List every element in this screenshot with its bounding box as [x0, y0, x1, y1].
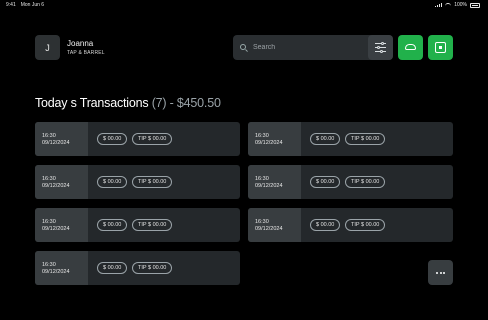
amount-pill: $ 00.00	[97, 219, 128, 231]
avatar-initial: J	[45, 42, 50, 53]
transaction-card[interactable]: 16:30 09/12/2024 $ 00.00 TIP $ 00.00	[35, 208, 240, 242]
transaction-date: 09/12/2024	[42, 226, 70, 232]
status-bar: 9:41 Mon Jun 6 100%	[0, 0, 488, 10]
more-horizontal-icon	[436, 271, 445, 274]
tip-pill: TIP $ 00.00	[132, 262, 173, 274]
more-options-button[interactable]	[428, 260, 453, 285]
amount-pill: $ 00.00	[97, 176, 128, 188]
transaction-card[interactable]: 16:30 09/12/2024 $ 00.00 TIP $ 00.00	[248, 208, 453, 242]
cloud-icon	[405, 44, 416, 50]
card-time-block	[35, 165, 88, 199]
card-time-block	[248, 208, 301, 242]
status-right: 100%	[435, 2, 480, 8]
tip-pill: TIP $ 00.00	[345, 176, 386, 188]
page-title: Today s Transactions (7) - $450.50	[35, 96, 221, 110]
transaction-time: 16:30	[42, 219, 56, 225]
battery-percent: 100%	[454, 2, 467, 8]
transaction-date: 09/12/2024	[42, 140, 70, 146]
transaction-date: 09/12/2024	[42, 183, 70, 189]
terminal-button[interactable]	[428, 35, 453, 60]
card-time-block	[248, 122, 301, 156]
tip-pill: TIP $ 00.00	[132, 219, 173, 231]
transaction-time: 16:30	[255, 133, 269, 139]
search-icon	[240, 44, 246, 50]
transaction-date: 09/12/2024	[42, 269, 70, 275]
card-time-block	[35, 251, 88, 285]
search-input[interactable]	[253, 41, 363, 54]
transaction-card[interactable]: 16:30 09/12/2024 $ 00.00 TIP $ 00.00	[35, 122, 240, 156]
amount-pill: $ 00.00	[97, 133, 128, 145]
transaction-time: 16:30	[255, 219, 269, 225]
transaction-date: 09/12/2024	[255, 183, 283, 189]
transaction-time: 16:30	[42, 133, 56, 139]
status-left: 9:41 Mon Jun 6	[6, 2, 44, 8]
transaction-card[interactable]: 16:30 09/12/2024 $ 00.00 TIP $ 00.00	[35, 251, 240, 285]
amount-pill: $ 00.00	[310, 133, 341, 145]
transaction-total: - $450.50	[169, 96, 221, 110]
card-time-block	[35, 208, 88, 242]
user-name: Joanna	[67, 39, 94, 48]
card-time-block	[248, 165, 301, 199]
square-icon	[435, 42, 446, 53]
avatar[interactable]: J	[35, 35, 60, 60]
amount-pill: $ 00.00	[310, 219, 341, 231]
transaction-date: 09/12/2024	[255, 226, 283, 232]
tip-pill: TIP $ 00.00	[132, 133, 173, 145]
user-organization: TAP & BARREL	[67, 50, 105, 56]
cloud-sync-button[interactable]	[398, 35, 423, 60]
filter-button[interactable]	[368, 35, 393, 60]
transaction-time: 16:30	[42, 262, 56, 268]
card-time-block	[35, 122, 88, 156]
wifi-icon	[445, 3, 452, 7]
status-date: Mon Jun 6	[20, 2, 45, 8]
search-bar	[233, 35, 393, 60]
status-time: 9:41	[6, 2, 16, 8]
transaction-time: 16:30	[42, 176, 56, 182]
transaction-count: (7)	[151, 96, 167, 110]
transaction-card[interactable]: 16:30 09/12/2024 $ 00.00 TIP $ 00.00	[248, 122, 453, 156]
battery-icon	[470, 2, 480, 8]
tip-pill: TIP $ 00.00	[132, 176, 173, 188]
transaction-time: 16:30	[255, 176, 269, 182]
transaction-card[interactable]: 16:30 09/12/2024 $ 00.00 TIP $ 00.00	[248, 165, 453, 199]
amount-pill: $ 00.00	[97, 262, 128, 274]
transaction-date: 09/12/2024	[255, 140, 283, 146]
page-title-text: Today s Transactions	[35, 96, 149, 110]
cellular-signal-icon	[435, 3, 443, 7]
tip-pill: TIP $ 00.00	[345, 133, 386, 145]
amount-pill: $ 00.00	[310, 176, 341, 188]
transaction-card[interactable]: 16:30 09/12/2024 $ 00.00 TIP $ 00.00	[35, 165, 240, 199]
tip-pill: TIP $ 00.00	[345, 219, 386, 231]
